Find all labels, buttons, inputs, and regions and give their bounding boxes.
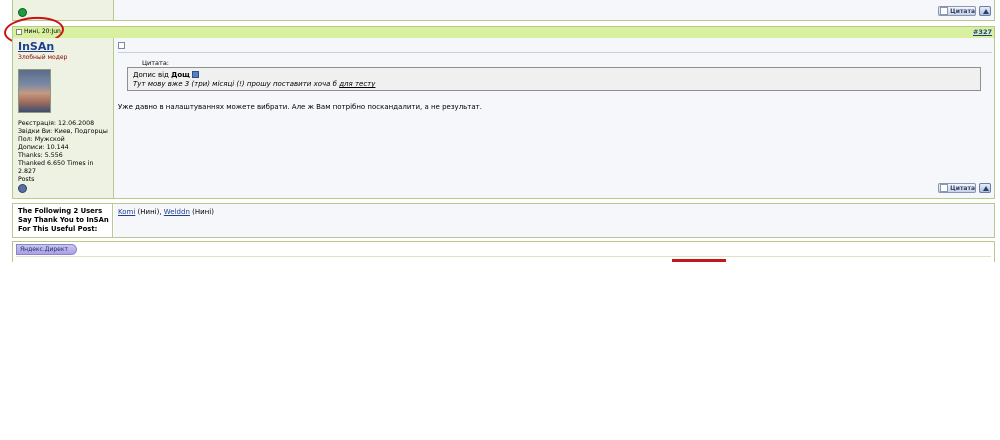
quote-box: Допис від Дощ Тут мову вже 3 (три) місяц… bbox=[127, 67, 981, 91]
quote-button-label: Цитата bbox=[950, 184, 975, 192]
message-icon bbox=[118, 42, 125, 49]
stat-posts: Дописи: 10.144 bbox=[18, 144, 69, 151]
quote-icon bbox=[940, 184, 949, 192]
username-link[interactable]: InSAn bbox=[18, 40, 54, 53]
thanks-user-when: (Нині) bbox=[192, 208, 214, 216]
stat-registration: Реєстрація: 12.06.2008 bbox=[18, 120, 95, 127]
user-panel: InSAn Злобный модер Реєстрація: 12.06.20… bbox=[13, 38, 114, 198]
thanks-block: The Following 2 Users Say Thank You to I… bbox=[12, 203, 995, 238]
thanks-label-line-1: The Following 2 Users bbox=[18, 207, 103, 215]
quote-text: Тут мову вже 3 (три) місяці (!) прошу по… bbox=[133, 80, 337, 88]
stat-location: Звідки Ви: Киев, Подгорцы bbox=[18, 128, 108, 135]
prev-post-footer: Цитата bbox=[12, 0, 995, 21]
quote-icon bbox=[940, 7, 949, 15]
thanks-user-when: (Нині) bbox=[137, 208, 160, 216]
ads-label[interactable]: Яндекс.Директ bbox=[16, 244, 77, 255]
thanks-label: The Following 2 Users Say Thank You to I… bbox=[13, 204, 113, 237]
post-number-link[interactable]: #327 bbox=[973, 28, 992, 36]
thanks-users: Komi (Нині), Welddn (Нині) bbox=[114, 204, 994, 237]
thanks-separator: , bbox=[159, 208, 162, 216]
stat-gender: Пол: Мужской bbox=[18, 136, 65, 143]
scroll-top-icon[interactable] bbox=[979, 183, 991, 193]
thanks-user-link[interactable]: Welddn bbox=[164, 208, 190, 216]
content-divider bbox=[118, 52, 992, 53]
user-title: Злобный модер bbox=[18, 54, 68, 61]
quote-author-prefix: Допис від bbox=[133, 71, 169, 79]
prev-quote-button[interactable]: Цитата bbox=[938, 6, 976, 16]
avatar[interactable] bbox=[18, 69, 51, 113]
post-content: Цитата: Допис від Дощ Тут мову вже 3 (тр… bbox=[114, 38, 994, 198]
quote-link[interactable]: для тесту bbox=[339, 80, 375, 88]
quote-author-line: Допис від Дощ bbox=[133, 71, 200, 79]
ads-block: Яндекс.Директ bbox=[12, 241, 995, 262]
thanks-user-list: Komi (Нині), Welddn (Нині) bbox=[118, 208, 214, 216]
ad-red-bar bbox=[672, 259, 726, 262]
thanks-label-line-2: Say Thank You to InSAn bbox=[18, 216, 109, 224]
offline-status-icon bbox=[18, 184, 27, 193]
quote-button[interactable]: Цитата bbox=[938, 183, 976, 193]
ads-divider bbox=[16, 256, 991, 257]
stat-thanked: Thanked 6.650 Times in 2.827 bbox=[18, 160, 94, 175]
quote-text-line: Тут мову вже 3 (три) місяці (!) прошу по… bbox=[133, 80, 375, 88]
thanks-label-line-3: For This Useful Post: bbox=[18, 225, 98, 233]
thanks-user-link[interactable]: Komi bbox=[118, 208, 135, 216]
quote-author: Дощ bbox=[171, 71, 190, 79]
post-message: Уже давно в налаштуваннях можете вибрати… bbox=[118, 103, 482, 111]
post-body: InSAn Злобный модер Реєстрація: 12.06.20… bbox=[12, 38, 995, 199]
online-status-icon bbox=[18, 8, 27, 17]
prev-quote-label: Цитата bbox=[950, 7, 975, 15]
view-post-icon[interactable] bbox=[192, 71, 200, 78]
stat-thanked-posts: Posts bbox=[18, 176, 35, 183]
prev-post-footer-right bbox=[114, 0, 994, 20]
prev-scroll-top-icon[interactable] bbox=[979, 6, 991, 16]
quote-label: Цитата: bbox=[142, 59, 169, 67]
stat-thanks: Thanks: 5.556 bbox=[18, 152, 63, 159]
user-stats: Реєстрація: 12.06.2008 Звідки Ви: Киев, … bbox=[18, 120, 112, 184]
